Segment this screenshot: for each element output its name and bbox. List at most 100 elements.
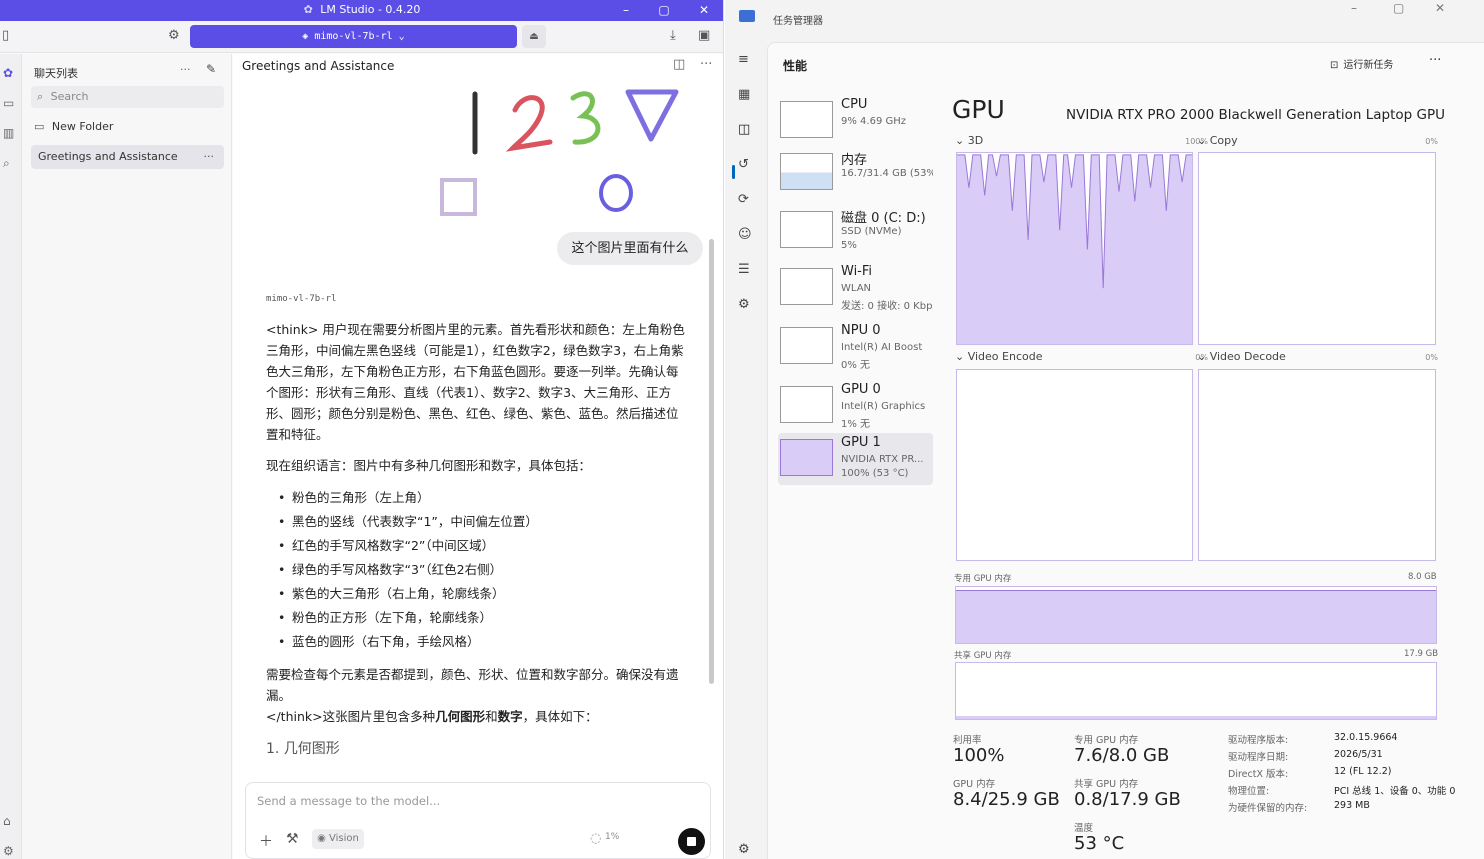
device-thumbnail [780, 386, 833, 423]
device-thumbnail [780, 211, 833, 248]
device-item-内存[interactable]: 内存 16.7/31.4 GB (53%) [778, 147, 933, 199]
discover-nav-icon[interactable]: ⌕ [3, 156, 10, 171]
active-indicator [732, 165, 735, 179]
lmstudio-titlebar[interactable]: ✿ LM Studio - 0.4.20 – ▢ ✕ [0, 0, 723, 21]
maximize-button[interactable]: ▢ [654, 1, 674, 19]
processes-nav-icon[interactable]: ▦ [738, 87, 750, 102]
terminal-nav-icon[interactable]: ▭ [3, 96, 14, 110]
chat-list-item[interactable]: Greetings and Assistance ··· [31, 145, 224, 169]
stop-generation-button[interactable] [678, 828, 705, 855]
gpu-title: GPU [952, 95, 1005, 124]
chat-item-more-icon[interactable]: ··· [204, 145, 215, 169]
message-input-box[interactable]: Send a message to the model... ＋ ⚒ ◉ Vis… [245, 782, 711, 859]
details-nav-icon[interactable]: ☰ [738, 262, 750, 277]
assistant-response: <think> 用户现在需要分析图片里的元素。首先看形状和颜色：左上角粉色三角形… [266, 319, 686, 760]
search-input[interactable]: ⌕ Search [31, 86, 224, 108]
image-digit-3-stroke [570, 91, 601, 145]
vision-label: Vision [329, 833, 359, 844]
sidebar-more-icon[interactable]: ··· [180, 63, 191, 76]
desktop: ✿ LM Studio - 0.4.20 – ▢ ✕ ▯ ⚙ ◈ mimo-vl… [0, 0, 1484, 859]
performance-nav-icon[interactable]: ◫ [738, 122, 750, 137]
run-new-task-label: 运行新任务 [1343, 60, 1394, 71]
new-chat-icon[interactable]: ✎ [206, 62, 216, 76]
performance-panel: 性能 ⊡ 运行新任务 ··· CPU 9% 4.69 GHz 内存 16.7/31.4 … [767, 42, 1484, 859]
detail-key: 驱动程序版本: [1228, 735, 1289, 746]
users-nav-icon[interactable]: ☺ [738, 227, 752, 242]
message-input-placeholder: Send a message to the model... [257, 794, 441, 808]
device-name: Wi-Fi [841, 264, 873, 279]
gpu-model-name: NVIDIA RTX PRO 2000 Blackwell Generation… [1066, 107, 1446, 123]
engine-label-copy[interactable]: ⌄ Copy [1197, 134, 1238, 147]
chat-scrollbar[interactable] [709, 239, 714, 684]
tools-icon[interactable]: ⚒ [286, 831, 299, 847]
list-item: 绿色的手写风格数字“3”（红色2右侧） [266, 558, 686, 582]
think-paragraph: 现在组织语言：图片中有多种几何图形和数字，具体包括： [266, 458, 592, 473]
settings-nav-icon[interactable]: ⚙ [738, 842, 750, 857]
app-history-nav-icon[interactable]: ↺ [738, 157, 749, 172]
dedicated-stat-label: 专用 GPU 内存 [1074, 735, 1139, 746]
device-item-npu[interactable]: NPU 0 Intel(R) AI Boost 0% 无 [778, 321, 933, 373]
device-item-gpu[interactable]: GPU 1 NVIDIA RTX PR... 100% (53 °C) [778, 433, 933, 485]
vision-toggle[interactable]: ◉ Vision [312, 829, 364, 849]
response-model-tag: mimo-vl-7b-rl [266, 294, 337, 304]
more-options-icon[interactable]: ··· [1429, 53, 1441, 68]
chat-more-icon[interactable]: ··· [700, 57, 712, 72]
engine-name: Video Decode [1209, 350, 1286, 363]
startup-apps-nav-icon[interactable]: ⟳ [738, 192, 749, 207]
split-view-icon[interactable]: ◫ [673, 57, 685, 72]
eject-model-button[interactable]: ⏏ [522, 25, 546, 48]
developer-nav-icon[interactable]: ⌂ [3, 814, 11, 828]
lmstudio-logo-icon: ✿ [303, 3, 313, 16]
shared-stat-label: 共享 GPU 内存 [1074, 779, 1139, 790]
close-button[interactable]: ✕ [1435, 1, 1445, 15]
list-item: 粉色的三角形（左上角） [266, 486, 686, 510]
models-nav-icon[interactable]: ▥ [3, 126, 14, 140]
shared-stat-value: 0.8/17.9 GB [1074, 789, 1181, 810]
engine-label-3d[interactable]: ⌄ 3D [955, 134, 983, 147]
gpu-video-decode-graph [1198, 369, 1436, 561]
device-item-gpu[interactable]: GPU 0 Intel(R) Graphics 1% 无 [778, 380, 933, 432]
minimize-button[interactable]: – [1351, 1, 1357, 15]
answer-bold: 数字 [497, 709, 523, 724]
minimize-button[interactable]: – [616, 1, 636, 19]
answer-text: </think>这张图片里包含多种 [266, 709, 436, 724]
temperature-value: 53 °C [1074, 833, 1125, 854]
shared-mem-label: 共享 GPU 内存 [954, 651, 1012, 661]
taskmanager-nav-rail: ≡ ▦ ◫ ↺ ⟳ ☺ ☰ ⚙ ⚙ [725, 42, 767, 859]
settings-nav-icon[interactable]: ⚙ [3, 844, 14, 858]
taskmanager-window: 任务管理器 – ▢ ✕ ≡ ▦ ◫ ↺ ⟳ ☺ ☰ ⚙ ⚙ 性能 ⊡ 运行新任务 … [725, 0, 1484, 859]
run-new-task-button[interactable]: ⊡ 运行新任务 [1330, 56, 1393, 71]
panel-toggle-icon[interactable]: ▣ [698, 28, 710, 43]
new-folder-button[interactable]: ▭ New Folder [34, 120, 113, 133]
device-subtitle: SSD (NVMe) [841, 226, 902, 237]
lmstudio-window-title: LM Studio - 0.4.20 [320, 3, 421, 16]
gpu-video-encode-graph [956, 369, 1193, 561]
detail-value: PCI 总线 1、设备 0、功能 0 [1334, 786, 1456, 797]
chat-list-item-title: Greetings and Assistance [38, 150, 178, 163]
sidebar-toggle-icon[interactable]: ▯ [2, 28, 9, 43]
services-nav-icon[interactable]: ⚙ [738, 297, 750, 312]
settings-gear-icon[interactable]: ⚙ [168, 28, 180, 43]
device-thumbnail [780, 101, 833, 138]
close-button[interactable]: ✕ [694, 1, 714, 19]
hamburger-menu-icon[interactable]: ≡ [738, 52, 749, 67]
image-triangle [625, 89, 679, 142]
download-icon[interactable]: ⤓ [670, 28, 676, 43]
attached-image [440, 89, 679, 216]
maximize-button[interactable]: ▢ [1393, 1, 1404, 15]
add-attachment-icon[interactable]: ＋ [259, 831, 273, 851]
page-title: 性能 [783, 59, 808, 73]
device-item-磁盘[interactable]: 磁盘 0 (C: D:) SSD (NVMe) 5% [778, 205, 933, 257]
device-item-cpu[interactable]: CPU 9% 4.69 GHz [778, 95, 933, 147]
model-selector[interactable]: ◈ mimo-vl-7b-rl ⌄ [190, 25, 517, 48]
lmstudio-toolbar: ▯ ⚙ ◈ mimo-vl-7b-rl ⌄ ⏏ ⤓ ▣ [0, 21, 723, 53]
taskmanager-titlebar[interactable]: 任务管理器 – ▢ ✕ [725, 0, 1484, 42]
engine-name: 3D [967, 134, 984, 147]
dedicated-mem-fill [956, 589, 1436, 643]
chat-nav-icon[interactable]: ✿ [3, 66, 13, 80]
detail-value: 293 MB [1334, 800, 1370, 811]
gpu-3d-usage-line [957, 154, 1192, 344]
device-item-wi-fi[interactable]: Wi-Fi WLAN 发送: 0 接收: 0 Kbps [778, 262, 933, 314]
engine-label-video-encode[interactable]: ⌄ Video Encode [955, 350, 1042, 363]
engine-label-video-decode[interactable]: ⌄ Video Decode [1197, 350, 1286, 363]
